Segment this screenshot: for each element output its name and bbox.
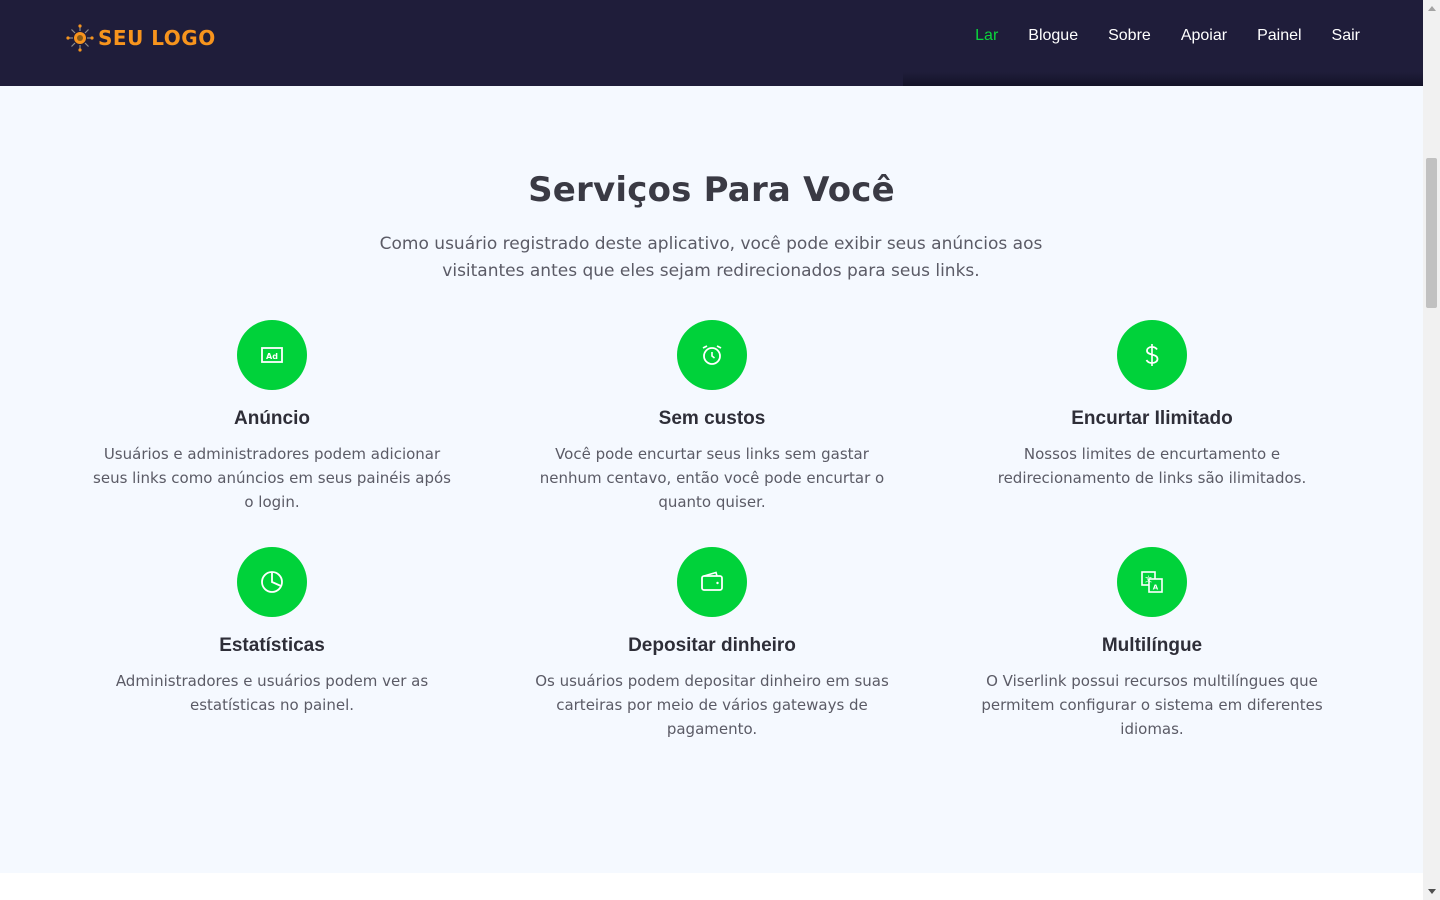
scroll-down-button[interactable] — [1423, 883, 1440, 900]
service-title: Depositar dinheiro — [628, 635, 796, 656]
service-text: Você pode encurtar seus links sem gastar… — [539, 445, 885, 511]
service-icon-circle — [237, 547, 307, 617]
site-logo[interactable]: SEU LOGO — [66, 22, 216, 54]
service-text: Usuários e administradores podem adicion… — [93, 445, 451, 511]
service-card-no-cost: Sem custos Você pode encurtar seus links… — [522, 320, 902, 514]
page: SEU LOGO Lar Blogue Sobre Apoiar Painel … — [0, 0, 1423, 900]
service-card-deposit: Depositar dinheiro Os usuários podem dep… — [522, 547, 902, 741]
svg-text:Ad: Ad — [266, 352, 278, 361]
service-card-ad: Ad Anúncio Usuários e administradores po… — [82, 320, 462, 514]
service-text: Administradores e usuários podem ver as … — [115, 672, 429, 714]
svg-text:A: A — [1153, 584, 1159, 592]
nav-item-apoiar[interactable]: Apoiar — [1181, 25, 1227, 47]
scroll-up-arrow-icon — [1427, 6, 1436, 11]
nav-item-sair[interactable]: Sair — [1332, 25, 1360, 47]
service-icon-circle: 文 A — [1117, 547, 1187, 617]
service-text: Nossos limites de encurtamento e redirec… — [997, 445, 1307, 487]
nav-item-painel[interactable]: Painel — [1257, 25, 1301, 47]
section-subtitle: Como usuário registrado deste aplicativo… — [379, 234, 1043, 281]
service-title: Anúncio — [234, 408, 310, 429]
dollar-icon — [1145, 344, 1159, 366]
service-card-statistics: Estatísticas Administradores e usuários … — [82, 547, 462, 717]
service-icon-circle: Ad — [237, 320, 307, 390]
service-title: Multilíngue — [1101, 635, 1203, 656]
wallet-icon — [701, 571, 723, 591]
translate-icon: 文 A — [1141, 571, 1163, 593]
pie-chart-icon — [261, 571, 283, 593]
service-card-multilingual: 文 A Multilíngue O Viserlink possui recur… — [962, 547, 1342, 741]
nav-item-sobre[interactable]: Sobre — [1108, 25, 1151, 47]
nav-item-lar[interactable]: Lar — [975, 25, 998, 47]
alarm-clock-icon — [702, 345, 722, 365]
main-nav: Lar Blogue Sobre Apoiar Painel Sair — [945, 25, 1360, 47]
service-title: Estatísticas — [219, 635, 325, 656]
services-section: Serviços Para Você Como usuário registra… — [0, 86, 1423, 873]
section-title: Serviços Para Você — [528, 170, 895, 210]
site-header: SEU LOGO Lar Blogue Sobre Apoiar Painel … — [0, 0, 1423, 86]
logo-sun-icon — [66, 24, 94, 52]
logo-text: SEU LOGO — [98, 26, 216, 50]
header-shadow — [903, 72, 1423, 86]
service-text: O Viserlink possui recursos multilíngues… — [981, 672, 1323, 738]
scroll-down-arrow-icon — [1427, 889, 1436, 894]
nav-item-blogue[interactable]: Blogue — [1028, 25, 1078, 47]
service-icon-circle — [677, 547, 747, 617]
vertical-scrollbar[interactable] — [1423, 0, 1440, 900]
scroll-thumb[interactable] — [1426, 158, 1437, 308]
service-title: Sem custos — [658, 408, 766, 429]
ad-icon: Ad — [261, 347, 283, 363]
service-icon-circle — [1117, 320, 1187, 390]
service-title: Encurtar Ilimitado — [1071, 408, 1233, 429]
scroll-up-button[interactable] — [1423, 0, 1440, 17]
service-text: Os usuários podem depositar dinheiro em … — [535, 672, 889, 738]
svg-text:文: 文 — [1145, 575, 1152, 584]
service-card-unlimited: Encurtar Ilimitado Nossos limites de enc… — [962, 320, 1342, 490]
service-icon-circle — [677, 320, 747, 390]
